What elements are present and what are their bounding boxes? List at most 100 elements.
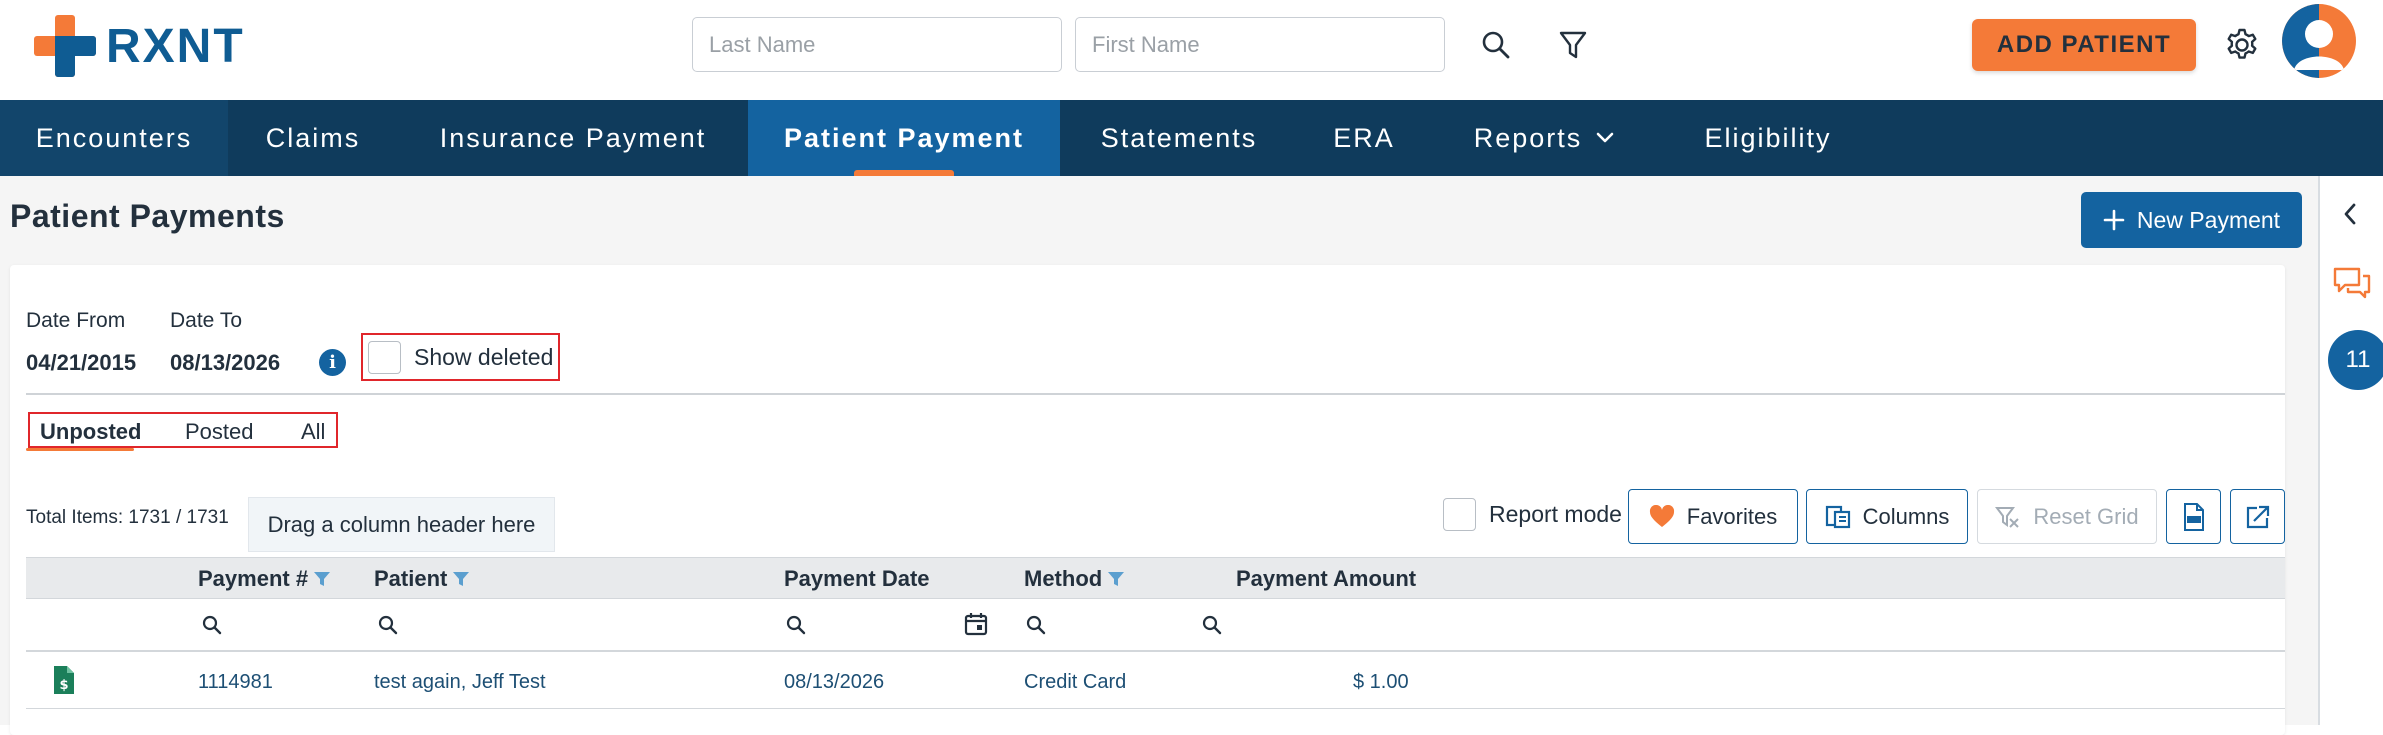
calendar-icon[interactable] <box>964 612 988 636</box>
notification-badge[interactable]: 11 <box>2328 330 2383 390</box>
nav-label: ERA <box>1333 122 1395 153</box>
nav-insurance-payment[interactable]: Insurance Payment <box>398 100 748 176</box>
nav-statements[interactable]: Statements <box>1060 100 1298 176</box>
svg-text:$: $ <box>59 678 68 693</box>
search-icon[interactable] <box>378 615 398 635</box>
status-tabs: Unposted Posted All <box>28 412 338 448</box>
filter-icon[interactable] <box>313 570 331 588</box>
nav-label: Eligibility <box>1704 122 1832 153</box>
grid-filter-row <box>26 598 2285 652</box>
favorites-label: Favorites <box>1686 503 1778 529</box>
nav-claims[interactable]: Claims <box>228 100 398 176</box>
nav-reports[interactable]: Reports <box>1430 100 1658 176</box>
logo-cross-icon <box>34 15 96 77</box>
column-header-payment-date[interactable]: Payment Date <box>784 566 930 592</box>
filter-icon[interactable] <box>452 570 470 588</box>
column-header-payment-amount[interactable]: Payment Amount <box>1236 566 1416 592</box>
first-name-input[interactable] <box>1075 17 1445 72</box>
cell-payment-date: 08/13/2026 <box>784 671 885 693</box>
top-header: RXNT ADD PATIENT <box>0 0 2383 100</box>
nav-label: Insurance Payment <box>439 122 707 153</box>
nav-era[interactable]: ERA <box>1298 100 1430 176</box>
gear-icon[interactable] <box>2221 24 2263 66</box>
filter-icon[interactable] <box>1552 24 1594 66</box>
user-avatar-icon[interactable] <box>2282 4 2356 78</box>
pdf-icon <box>2183 502 2204 531</box>
columns-icon <box>1825 505 1850 528</box>
nav-patient-payment[interactable]: Patient Payment <box>748 100 1060 176</box>
show-deleted-checkbox[interactable]: Show deleted <box>361 333 560 381</box>
search-icon[interactable] <box>1026 615 1046 635</box>
nav-eligibility[interactable]: Eligibility <box>1658 100 1878 176</box>
info-icon[interactable]: i <box>319 349 346 376</box>
column-label: Payment Amount <box>1236 566 1417 591</box>
filter-icon[interactable] <box>1107 570 1125 588</box>
total-items: Total Items: 1731 / 1731 <box>26 507 229 528</box>
column-label: Payment # <box>198 566 309 591</box>
report-mode-label: Report mode <box>1489 501 1622 527</box>
date-from-value[interactable]: 04/21/2015 <box>26 350 136 376</box>
column-label: Payment Date <box>784 566 930 591</box>
right-rail: 11 <box>2318 176 2383 725</box>
reset-grid-label: Reset Grid <box>2033 503 2139 529</box>
add-patient-button[interactable]: ADD PATIENT <box>1972 19 2196 71</box>
table-row[interactable]: $ 1114981 test again, Jeff Test 08/13/20… <box>26 654 2285 709</box>
main-content: Patient Payments New Payment Date From 0… <box>0 176 2318 735</box>
checkbox[interactable] <box>1443 498 1476 531</box>
favorites-button[interactable]: Favorites <box>1628 489 1798 544</box>
reset-grid-button[interactable]: Reset Grid <box>1977 489 2157 544</box>
cell-amount: $ 1.00 <box>1353 671 1409 693</box>
export-pdf-button[interactable] <box>2166 489 2221 544</box>
plus-icon <box>2103 209 2125 231</box>
column-label: Method <box>1024 566 1103 591</box>
chevron-left-icon[interactable] <box>2342 202 2358 226</box>
logo-text: RXNT <box>106 19 245 73</box>
cell-method: Credit Card <box>1024 671 1127 693</box>
cell-payment-no[interactable]: 1114981 <box>198 671 273 694</box>
nav-label: Statements <box>1100 122 1258 153</box>
export-button[interactable] <box>2230 489 2285 544</box>
date-from-label: Date From <box>26 309 126 332</box>
clear-filter-icon <box>1995 506 2020 528</box>
page-title: Patient Payments <box>10 198 285 234</box>
date-to-value[interactable]: 08/13/2026 <box>170 350 280 376</box>
active-tab-underline <box>26 448 134 451</box>
columns-label: Columns <box>1862 503 1950 529</box>
checkbox[interactable] <box>368 340 401 374</box>
search-icon[interactable] <box>1475 24 1517 66</box>
nav-encounters[interactable]: Encounters <box>0 100 228 176</box>
payment-receipt-icon[interactable]: $ <box>52 665 76 695</box>
heart-icon <box>1649 504 1674 527</box>
columns-button[interactable]: Columns <box>1806 489 1968 544</box>
payments-card: Date From 04/21/2015 Date To 08/13/2026 … <box>10 265 2285 735</box>
column-header-method[interactable]: Method <box>1024 566 1125 592</box>
tab-unposted[interactable]: Unposted <box>40 419 141 445</box>
new-payment-label: New Payment <box>2136 206 2281 233</box>
search-icon[interactable] <box>202 615 222 635</box>
last-name-input[interactable] <box>692 17 1062 72</box>
grid-header-row: Payment # Patient Payment Date Method Pa… <box>26 557 2285 598</box>
search-icon[interactable] <box>786 615 806 635</box>
search-icon[interactable] <box>1202 615 1222 635</box>
tab-all[interactable]: All <box>301 419 325 445</box>
chat-icon[interactable] <box>2332 266 2372 302</box>
main-nav: Encounters Claims Insurance Payment Pati… <box>0 100 2383 176</box>
cell-patient[interactable]: test again, Jeff Test <box>374 671 546 694</box>
nav-label: Patient Payment <box>783 122 1025 153</box>
rxnt-logo[interactable]: RXNT <box>34 15 245 77</box>
divider <box>26 393 2285 395</box>
group-drop-area[interactable]: Drag a column header here <box>248 497 555 552</box>
tab-posted[interactable]: Posted <box>185 419 254 445</box>
column-header-payment-no[interactable]: Payment # <box>198 566 331 592</box>
new-payment-button[interactable]: New Payment <box>2081 192 2302 248</box>
nav-label: Claims <box>265 122 361 153</box>
export-icon <box>2246 505 2269 528</box>
show-deleted-label: Show deleted <box>414 343 554 370</box>
nav-label: Reports <box>1473 122 1583 153</box>
nav-label: Encounters <box>35 122 193 153</box>
column-label: Patient <box>374 566 448 591</box>
column-header-patient[interactable]: Patient <box>374 566 470 592</box>
date-to-label: Date To <box>170 309 242 332</box>
report-mode-toggle[interactable]: Report mode <box>1443 498 1622 531</box>
chevron-down-icon <box>1596 132 1614 143</box>
